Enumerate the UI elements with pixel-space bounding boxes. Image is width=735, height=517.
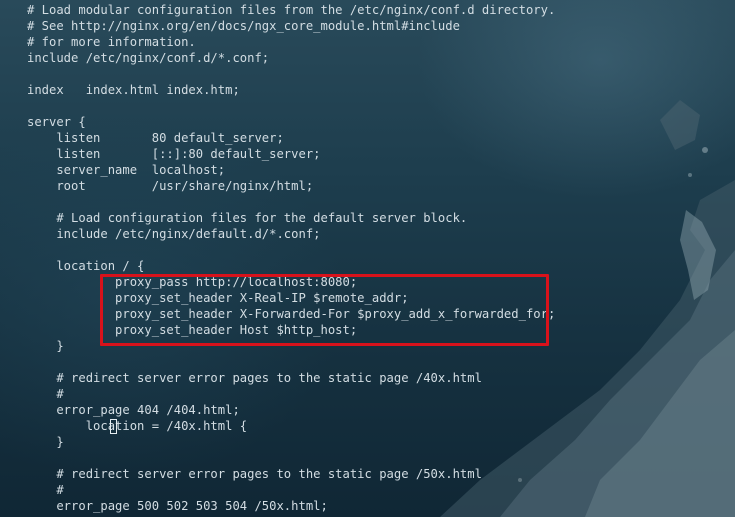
code-line: location = /40x.html { bbox=[27, 419, 248, 433]
nginx-config-editor[interactable]: # Load modular configuration files from … bbox=[0, 0, 735, 517]
proxy-settings-highlight-box bbox=[100, 274, 549, 346]
code-line: include /etc/nginx/conf.d/*.conf; bbox=[27, 51, 270, 65]
code-line: server { bbox=[27, 115, 86, 129]
code-line: # redirect server error pages to the sta… bbox=[27, 467, 482, 481]
code-line: listen [::]:80 default_server; bbox=[27, 147, 321, 161]
code-line: location / { bbox=[27, 259, 145, 273]
code-line: # bbox=[27, 387, 64, 401]
code-line: # for more information. bbox=[27, 35, 196, 49]
code-line: # See http://nginx.org/en/docs/ngx_core_… bbox=[27, 19, 460, 33]
code-line: index index.html index.htm; bbox=[27, 83, 240, 97]
code-line: error_page 404 /404.html; bbox=[27, 403, 240, 417]
text-cursor bbox=[110, 419, 117, 434]
code-line: root /usr/share/nginx/html; bbox=[27, 179, 314, 193]
code-line: error_page 500 502 503 504 /50x.html; bbox=[27, 499, 328, 513]
code-line: } bbox=[27, 339, 64, 353]
code-line: # redirect server error pages to the sta… bbox=[27, 371, 482, 385]
code-line: listen 80 default_server; bbox=[27, 131, 284, 145]
code-line: server_name localhost; bbox=[27, 163, 226, 177]
code-line: # Load configuration files for the defau… bbox=[27, 211, 468, 225]
code-line: # bbox=[27, 483, 64, 497]
code-line: include /etc/nginx/default.d/*.conf; bbox=[27, 227, 321, 241]
code-line: # Load modular configuration files from … bbox=[27, 3, 556, 17]
code-line: } bbox=[27, 435, 64, 449]
